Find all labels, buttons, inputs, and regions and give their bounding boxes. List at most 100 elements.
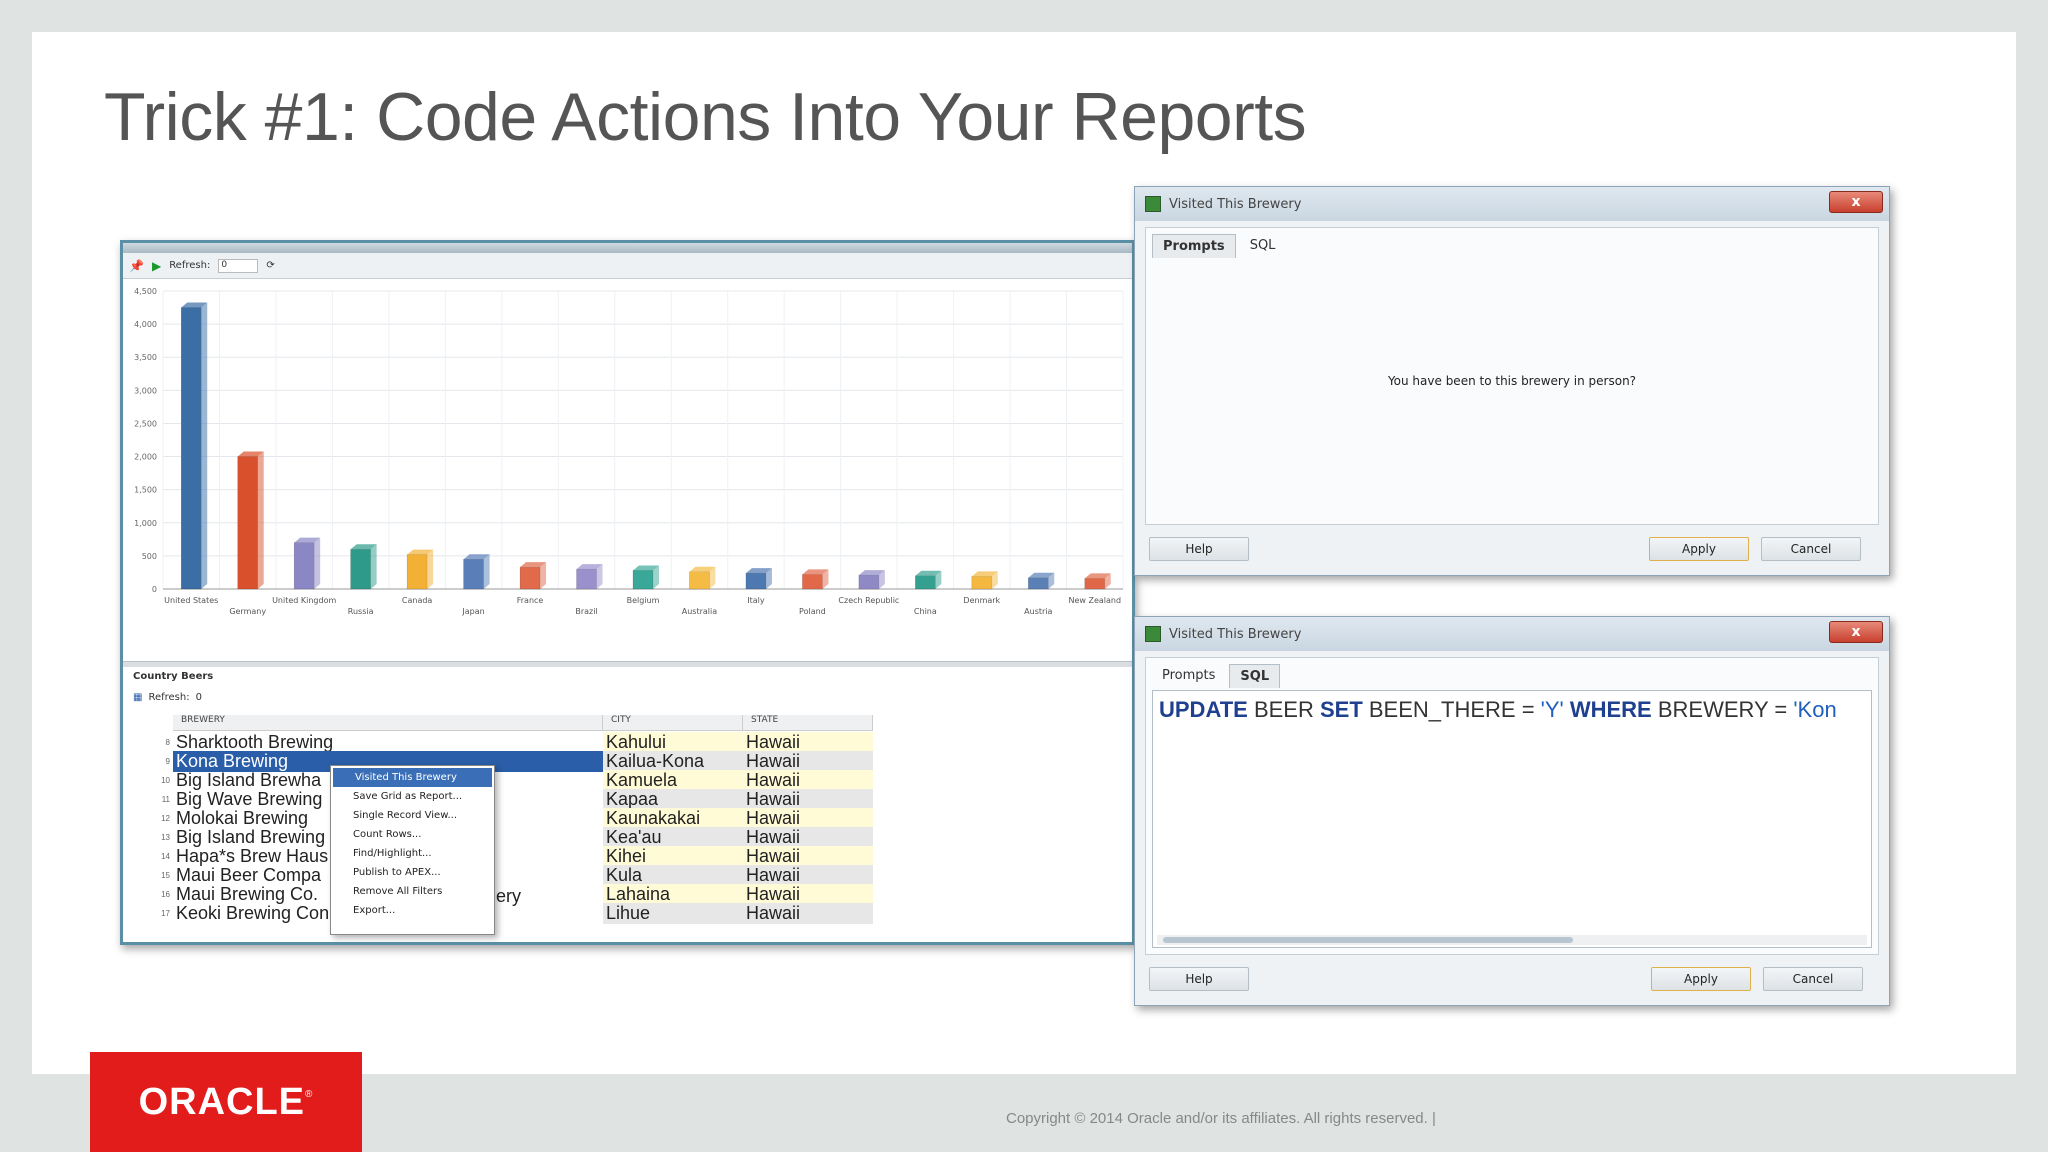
- context-menu-item[interactable]: Single Record View...: [331, 806, 494, 825]
- horizontal-scrollbar[interactable]: [1157, 935, 1867, 945]
- y-tick-label: 0: [152, 585, 157, 594]
- table-row[interactable]: 13 Big Island Brewing Kea'au Hawaii: [153, 827, 873, 848]
- bar: [293, 542, 315, 590]
- grid-refresh-label: Refresh:: [148, 691, 190, 703]
- y-tick-label: 4,000: [134, 320, 157, 329]
- y-tick-label: 2,500: [134, 419, 157, 428]
- bar: [632, 570, 654, 590]
- tab-sql[interactable]: SQL: [1229, 664, 1281, 688]
- x-tick-label: Denmark: [963, 596, 1000, 605]
- apply-button[interactable]: Apply: [1651, 967, 1751, 991]
- dialog-prompts: Visited This Brewery x Prompts SQL You h…: [1134, 186, 1890, 576]
- context-menu-item[interactable]: Publish to APEX...: [331, 863, 494, 882]
- x-tick-label: France: [517, 596, 544, 605]
- apply-button[interactable]: Apply: [1649, 537, 1749, 561]
- sql-statement: UPDATE BEER SET BEEN_THERE = 'Y' WHERE B…: [1159, 697, 1865, 723]
- bar: [802, 574, 823, 590]
- context-menu-item[interactable]: Remove All Filters: [331, 882, 494, 901]
- cell-state: Hawaii: [743, 770, 873, 791]
- table-row[interactable]: 8 Sharktooth Brewing Kahului Hawaii: [153, 732, 873, 753]
- close-button[interactable]: x: [1829, 621, 1883, 643]
- x-tick-label: Russia: [348, 607, 374, 616]
- run-icon[interactable]: ▶: [152, 259, 161, 273]
- dialog-body: Prompts SQL You have been to this brewer…: [1145, 227, 1879, 525]
- dialog-titlebar: Visited This Brewery: [1135, 187, 1889, 221]
- dialog-sql: Visited This Brewery x Prompts SQL UPDAT…: [1134, 616, 1890, 1006]
- context-menu-item[interactable]: Count Rows...: [331, 825, 494, 844]
- tab-prompts[interactable]: Prompts: [1152, 234, 1236, 258]
- report-window: 📌 ▶ Refresh: 0 ⟳ 4,500 4,000 3,500 3,000 2,5…: [120, 240, 1135, 945]
- table-row[interactable]: 10 Big Island Brewha Kamuela Hawaii: [153, 770, 873, 791]
- dialog-tabs: Prompts SQL: [1146, 658, 1878, 688]
- sql-editor[interactable]: UPDATE BEER SET BEEN_THERE = 'Y' WHERE B…: [1152, 690, 1872, 948]
- cell-city: Kamuela: [603, 770, 743, 791]
- table-row[interactable]: 15 Maui Beer Compa Kula Hawaii: [153, 865, 873, 886]
- col-header-state[interactable]: STATE: [743, 715, 873, 730]
- cell-state: Hawaii: [743, 789, 873, 810]
- tab-sql[interactable]: SQL: [1240, 234, 1286, 258]
- cell-city: Kailua-Kona: [603, 751, 743, 772]
- help-button[interactable]: Help: [1149, 967, 1249, 991]
- grid-refresh-value[interactable]: 0: [196, 692, 202, 703]
- prompt-question: You have been to this brewery in person?: [1387, 374, 1637, 388]
- x-tick-label: China: [914, 607, 937, 616]
- sql-string: 'Y': [1540, 697, 1564, 722]
- bar: [971, 576, 993, 590]
- context-menu: Visited This Brewery Save Grid as Report.…: [330, 765, 495, 935]
- bar: [858, 574, 880, 590]
- table-row[interactable]: 12 Molokai Brewing Kaunakakai Hawaii: [153, 808, 873, 829]
- context-menu-item[interactable]: Visited This Brewery: [333, 768, 492, 787]
- grid-header: BREWERY CITY STATE: [173, 715, 873, 731]
- bar: [237, 456, 258, 590]
- slide-title: Trick #1: Code Actions Into Your Reports: [104, 79, 1307, 155]
- table-row[interactable]: 14 Hapa*s Brew Haus Kihei Hawaii: [153, 846, 873, 867]
- cell-city: Lihue: [603, 903, 743, 924]
- context-menu-item[interactable]: Export...: [331, 901, 494, 920]
- scrollbar-thumb[interactable]: [1163, 937, 1573, 943]
- bar: [576, 568, 597, 590]
- bar-side: [257, 451, 264, 589]
- context-menu-item[interactable]: Find/Highlight...: [331, 844, 494, 863]
- x-tick-label: New Zealand: [1068, 596, 1121, 605]
- dialog-app-icon: [1145, 626, 1161, 642]
- col-header-city[interactable]: CITY: [603, 715, 743, 730]
- cancel-button[interactable]: Cancel: [1761, 537, 1861, 561]
- table-row[interactable]: 11 Big Wave Brewing Kapaa Hawaii: [153, 789, 873, 810]
- cell-state: Hawaii: [743, 751, 873, 772]
- close-button[interactable]: x: [1829, 191, 1883, 213]
- pin-icon[interactable]: 📌: [129, 259, 144, 273]
- cell-city: Kahului: [603, 732, 743, 753]
- tab-prompts[interactable]: Prompts: [1152, 664, 1225, 688]
- bar: [180, 307, 202, 590]
- x-tick-label: Japan: [461, 607, 484, 616]
- y-tick-label: 3,000: [134, 386, 157, 395]
- report-toolbar: 📌 ▶ Refresh: 0 ⟳: [123, 253, 1132, 279]
- x-tick-label: Austria: [1024, 607, 1052, 616]
- col-header-brewery[interactable]: BREWERY: [173, 715, 603, 730]
- grid-report-icon[interactable]: ▦: [133, 692, 142, 703]
- bar: [689, 571, 710, 590]
- bar-chart: 4,500 4,000 3,500 3,000 2,500 2,000 1,500 1,000…: [123, 279, 1132, 649]
- x-tick-label: Brazil: [575, 607, 597, 616]
- dialog-titlebar: Visited This Brewery: [1135, 617, 1889, 651]
- context-menu-item[interactable]: Save Grid as Report...: [331, 787, 494, 806]
- refresh-label: Refresh:: [169, 260, 211, 271]
- sql-text: BREWERY =: [1651, 697, 1794, 722]
- dialog-tabs: Prompts SQL: [1146, 228, 1878, 258]
- cell-city: Lahaina: [603, 884, 743, 905]
- bar: [519, 566, 541, 590]
- dialog-title: Visited This Brewery: [1169, 196, 1302, 212]
- help-button[interactable]: Help: [1149, 537, 1249, 561]
- refresh-dropdown[interactable]: 0: [218, 258, 259, 273]
- sql-keyword: UPDATE: [1159, 697, 1248, 722]
- refresh-icon[interactable]: ⟳: [266, 260, 274, 271]
- table-row[interactable]: 9 Kona Brewing Kailua-Kona Hawaii: [153, 751, 873, 772]
- row-number: 8: [165, 738, 170, 747]
- cancel-button[interactable]: Cancel: [1763, 967, 1863, 991]
- grid-panel: Country Beers ▦ Refresh: 0 BREWERY CITY …: [123, 667, 1132, 942]
- grid-toolbar: ▦ Refresh: 0: [123, 687, 1132, 707]
- cell-city: Kapaa: [603, 789, 743, 810]
- row-number: 13: [161, 833, 170, 842]
- cell-state: Hawaii: [743, 884, 873, 905]
- logo-text: ORACLE: [138, 1080, 306, 1123]
